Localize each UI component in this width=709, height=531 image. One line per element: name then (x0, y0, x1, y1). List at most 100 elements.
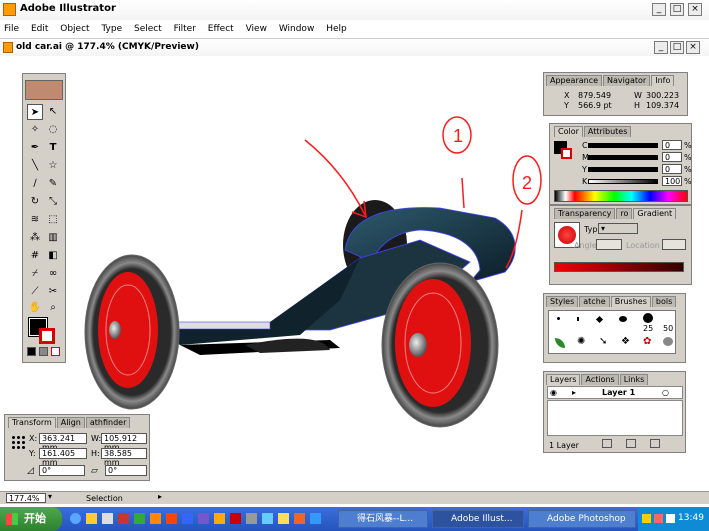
zoom-dropdown-icon[interactable]: ▾ (48, 492, 52, 501)
menu-effect[interactable]: Effect (208, 24, 234, 34)
gradient-location-input[interactable] (662, 239, 686, 250)
taskbar-item-browser[interactable]: 得石风暴--L... (338, 510, 428, 528)
quicklaunch-7-icon[interactable] (182, 513, 193, 524)
none-mode-button[interactable] (51, 347, 60, 356)
quicklaunch-9-icon[interactable] (214, 513, 225, 524)
menu-view[interactable]: View (246, 24, 267, 34)
quicklaunch-3-icon[interactable] (118, 513, 129, 524)
start-button[interactable]: 开始 (0, 507, 62, 531)
menu-edit[interactable]: Edit (31, 24, 48, 34)
gradient-type-select[interactable]: ▾ (598, 223, 638, 234)
graph-tool-icon[interactable]: ▥ (45, 230, 61, 246)
eyedropper-tool-icon[interactable]: ⌿ (27, 266, 43, 282)
hand-tool-icon[interactable]: ✋ (27, 300, 43, 316)
tab-gradient[interactable]: Gradient (633, 208, 677, 219)
quicklaunch-4-icon[interactable] (134, 513, 145, 524)
pencil-tool-icon[interactable]: ✎ (45, 176, 61, 192)
minimize-button[interactable]: _ (652, 3, 666, 16)
free-transform-tool-icon[interactable]: ⬚ (45, 212, 61, 228)
quicklaunch-5-icon[interactable] (150, 513, 161, 524)
quicklaunch-6-icon[interactable] (166, 513, 177, 524)
stroke-swatch[interactable] (39, 328, 55, 344)
mesh-tool-icon[interactable]: # (27, 248, 43, 264)
yellow-slider[interactable] (588, 167, 658, 172)
transform-w-input[interactable]: 105.912 mm (101, 433, 147, 452)
doc-minimize-button[interactable]: _ (654, 41, 668, 54)
quicklaunch-10-icon[interactable] (230, 513, 241, 524)
scissors-tool-icon[interactable]: ✂ (45, 284, 61, 300)
color-spectrum-bar[interactable] (554, 190, 688, 202)
brush-arrow-icon[interactable]: ➘ (599, 336, 607, 347)
pen-tool-icon[interactable]: ✒ (27, 140, 43, 156)
shear-input[interactable]: 0° (105, 465, 147, 476)
doc-maximize-button[interactable]: □ (670, 41, 684, 54)
black-value[interactable]: 100 (662, 176, 682, 186)
rotate-tool-icon[interactable]: ↻ (27, 194, 43, 210)
tab-pathfinder[interactable]: athfinder (85, 417, 131, 428)
tab-align[interactable]: Align (56, 417, 85, 428)
close-button[interactable]: × (688, 3, 702, 16)
doc-close-button[interactable]: × (686, 41, 700, 54)
menu-window[interactable]: Window (279, 24, 315, 34)
magenta-slider[interactable] (588, 155, 658, 160)
layer-expand-icon[interactable]: ▸ (572, 388, 576, 397)
status-menu-icon[interactable]: ▸ (158, 492, 162, 501)
selection-tool-icon[interactable]: ➤ (27, 104, 43, 120)
menu-object[interactable]: Object (60, 24, 89, 34)
quicklaunch-11-icon[interactable] (246, 513, 257, 524)
transform-x-input[interactable]: 363.241 mm (39, 433, 87, 452)
magic-wand-tool-icon[interactable]: ✧ (27, 122, 43, 138)
new-sublayer-icon[interactable] (602, 439, 612, 448)
gradient-angle-input[interactable] (596, 239, 622, 250)
transform-h-input[interactable]: 38.585 mm (101, 448, 147, 467)
tray-icon-3[interactable] (666, 514, 675, 523)
brush-stroke-icon[interactable] (595, 315, 604, 324)
star-tool-icon[interactable]: ☆ (45, 158, 61, 174)
brush-star-icon[interactable]: ✺ (577, 336, 585, 347)
tab-transparency[interactable]: Transparency (554, 208, 616, 219)
quicklaunch-14-icon[interactable] (294, 513, 305, 524)
layer-target-icon[interactable]: ○ (662, 388, 669, 397)
quicklaunch-12-icon[interactable] (262, 513, 273, 524)
warp-tool-icon[interactable]: ≋ (27, 212, 43, 228)
tab-links[interactable]: Links (619, 374, 649, 385)
tray-icon-2[interactable] (654, 514, 663, 523)
quicklaunch-ie-icon[interactable] (70, 513, 81, 524)
brush-flower-icon[interactable]: ✿ (643, 336, 651, 347)
tab-color[interactable]: Color (554, 126, 583, 137)
quicklaunch-13-icon[interactable] (278, 513, 289, 524)
blend-tool-icon[interactable]: ∞ (45, 266, 61, 282)
delete-layer-icon[interactable] (650, 439, 660, 448)
zoom-field[interactable]: 177.4% (6, 493, 46, 503)
direct-selection-tool-icon[interactable]: ↖ (45, 104, 61, 120)
yellow-value[interactable]: 0 (662, 164, 682, 174)
symbol-sprayer-tool-icon[interactable]: ⁂ (27, 230, 43, 246)
tab-navigator[interactable]: Navigator (603, 75, 651, 86)
layer-name[interactable]: Layer 1 (602, 388, 635, 397)
quicklaunch-15-icon[interactable] (310, 513, 321, 524)
brush-small-dot-icon[interactable] (577, 317, 579, 321)
tray-icon-1[interactable] (642, 514, 651, 523)
visibility-eye-icon[interactable]: ◉ (550, 388, 557, 397)
maximize-button[interactable]: □ (670, 3, 684, 16)
scale-tool-icon[interactable]: ⤡ (45, 194, 61, 210)
quicklaunch-8-icon[interactable] (198, 513, 209, 524)
tab-layers[interactable]: Layers (546, 374, 581, 385)
tab-brushes[interactable]: Brushes (610, 296, 651, 307)
gradient-ramp[interactable] (554, 262, 684, 272)
paintbrush-tool-icon[interactable]: ∕ (27, 176, 43, 192)
brush-grid[interactable]: 25 50 ✺ ➘ ❖ ✿ (548, 310, 676, 354)
menu-file[interactable]: File (4, 24, 19, 34)
tab-styles[interactable]: Styles (546, 296, 579, 307)
reference-point-icon[interactable] (11, 435, 25, 449)
cyan-slider[interactable] (588, 143, 658, 148)
brush-25-icon[interactable] (643, 313, 653, 323)
menu-type[interactable]: Type (101, 24, 122, 34)
gradient-tool-icon[interactable]: ◧ (45, 248, 61, 264)
taskbar-item-illustrator[interactable]: Adobe Illust... (432, 510, 524, 528)
transform-y-input[interactable]: 161.405 mm (39, 448, 87, 467)
brush-cloud-icon[interactable] (663, 337, 673, 346)
tab-actions[interactable]: Actions (581, 374, 619, 385)
tab-attributes[interactable]: Attributes (583, 126, 632, 137)
magenta-value[interactable]: 0 (662, 152, 682, 162)
